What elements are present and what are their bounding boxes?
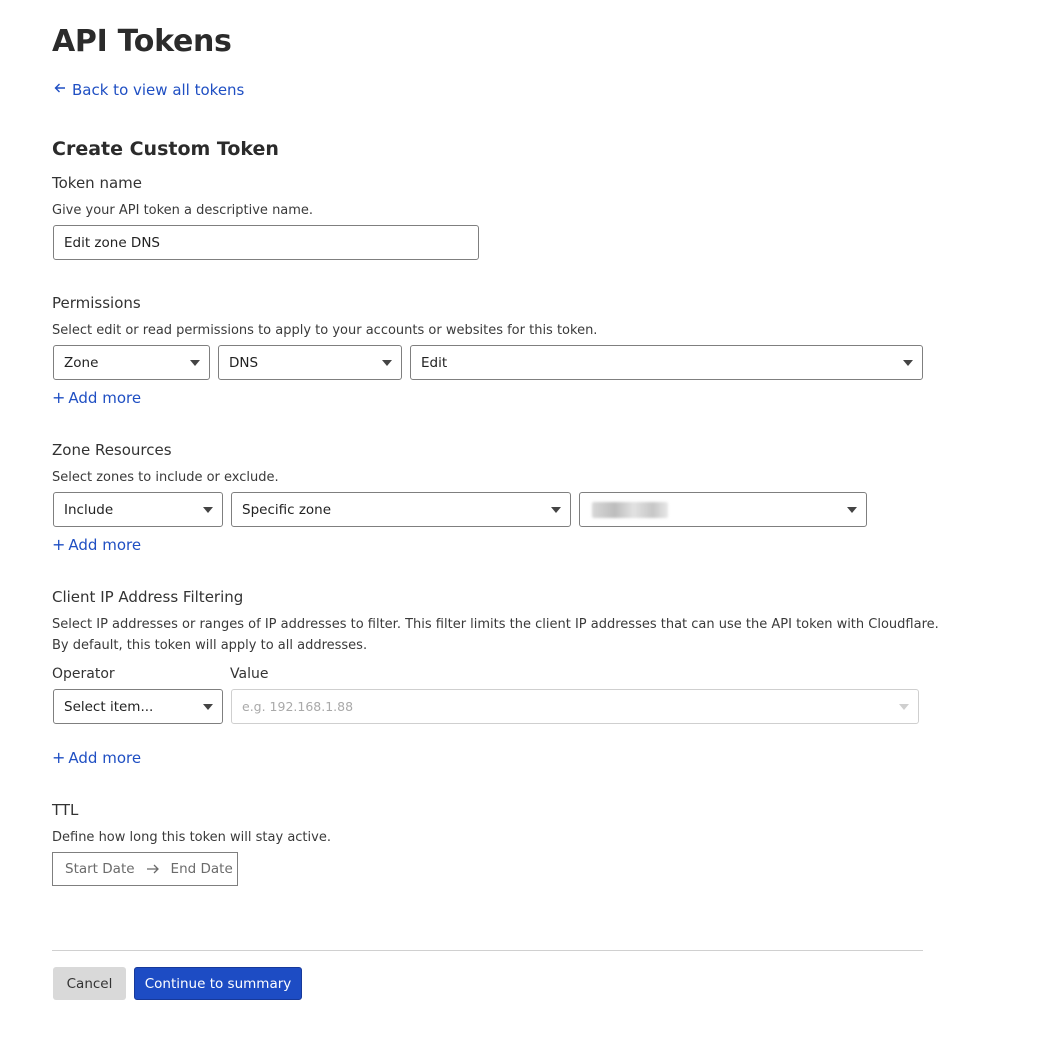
end-date-input[interactable]: End Date <box>171 861 233 877</box>
operator-placeholder: Select item... <box>64 698 154 715</box>
token-name-input[interactable]: Edit zone DNS <box>53 225 479 260</box>
section-title: Create Custom Token <box>52 138 279 160</box>
page-title: API Tokens <box>52 24 232 59</box>
add-more-label: Add more <box>68 388 142 407</box>
permissions-help: Select edit or read permissions to apply… <box>52 323 598 338</box>
token-name-help: Give your API token a descriptive name. <box>52 203 314 218</box>
ip-value-placeholder: e.g. 192.168.1.88 <box>242 699 354 714</box>
ip-filtering-help-line2: By default, this token will apply to all… <box>52 638 368 653</box>
cancel-button[interactable]: Cancel <box>53 967 126 1000</box>
permission-level-value: Edit <box>421 354 448 371</box>
zone-mode-select[interactable]: Include <box>53 492 223 527</box>
chevron-down-icon <box>551 507 561 513</box>
value-label: Value <box>230 666 269 682</box>
permission-scope-select[interactable]: Zone <box>53 345 210 380</box>
chevron-down-icon <box>190 360 200 366</box>
permissions-add-more-button[interactable]: + Add more <box>52 388 141 407</box>
zone-resources-help: Select zones to include or exclude. <box>52 470 279 485</box>
ip-filtering-add-more-button[interactable]: + Add more <box>52 748 141 767</box>
plus-icon: + <box>52 535 66 554</box>
operator-label: Operator <box>52 666 115 682</box>
chevron-down-icon <box>903 360 913 366</box>
token-name-value: Edit zone DNS <box>64 234 160 251</box>
permissions-label: Permissions <box>52 294 141 312</box>
back-link-label: Back to view all tokens <box>72 81 245 99</box>
chevron-down-icon <box>203 704 213 710</box>
chevron-down-icon <box>899 704 909 710</box>
zone-target-value: Specific zone <box>242 501 332 518</box>
back-link[interactable]: Back to view all tokens <box>52 80 244 100</box>
chevron-down-icon <box>847 507 857 513</box>
zone-target-select[interactable]: Specific zone <box>231 492 571 527</box>
permission-level-select[interactable]: Edit <box>410 345 923 380</box>
divider <box>52 950 923 951</box>
zone-resources-add-more-button[interactable]: + Add more <box>52 535 141 554</box>
ip-value-select[interactable]: e.g. 192.168.1.88 <box>231 689 919 724</box>
zone-resources-label: Zone Resources <box>52 441 172 459</box>
chevron-down-icon <box>203 507 213 513</box>
ttl-help: Define how long this token will stay act… <box>52 830 331 845</box>
arrow-left-icon <box>52 80 68 100</box>
add-more-label: Add more <box>68 535 142 554</box>
continue-to-summary-button[interactable]: Continue to summary <box>134 967 302 1000</box>
zone-mode-value: Include <box>64 501 114 518</box>
ip-filtering-help-line1: Select IP addresses or ranges of IP addr… <box>52 617 939 632</box>
arrow-right-icon <box>145 862 161 876</box>
plus-icon: + <box>52 388 66 407</box>
token-name-label: Token name <box>52 174 142 192</box>
ttl-label: TTL <box>52 801 79 819</box>
operator-select[interactable]: Select item... <box>53 689 223 724</box>
add-more-label: Add more <box>68 748 142 767</box>
start-date-input[interactable]: Start Date <box>65 861 135 877</box>
zone-value-select[interactable] <box>579 492 867 527</box>
plus-icon: + <box>52 748 66 767</box>
redacted-zone-name <box>592 502 668 518</box>
permission-resource-value: DNS <box>229 354 259 371</box>
ip-filtering-label: Client IP Address Filtering <box>52 588 244 606</box>
date-range-picker[interactable]: Start Date End Date <box>52 852 238 886</box>
permission-scope-value: Zone <box>64 354 99 371</box>
chevron-down-icon <box>382 360 392 366</box>
permission-resource-select[interactable]: DNS <box>218 345 402 380</box>
